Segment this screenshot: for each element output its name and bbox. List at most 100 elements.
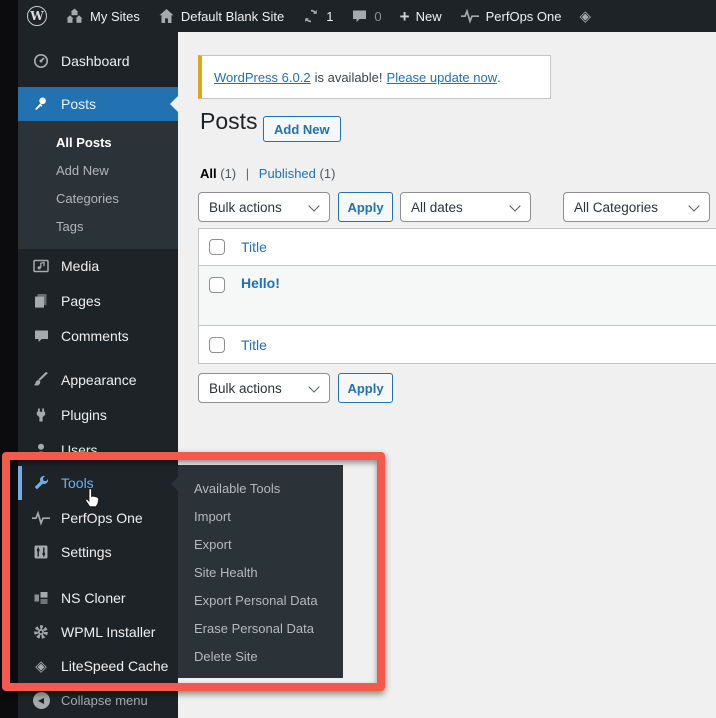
window-edge-strip (0, 0, 18, 718)
sidebar-label: Appearance (61, 372, 137, 388)
litespeed-admin-menu[interactable]: ◈ (570, 0, 600, 32)
perfops-one-menu[interactable]: PerfOps One (451, 0, 571, 32)
pages-icon (30, 293, 52, 309)
add-new-button[interactable]: Add New (263, 116, 341, 142)
gear-icon (30, 624, 52, 640)
paintbrush-icon (30, 372, 52, 388)
apply-button[interactable]: Apply (338, 192, 393, 222)
submenu-item-tags[interactable]: Tags (18, 213, 178, 241)
view-all-link[interactable]: All (200, 166, 217, 181)
select-all-checkbox-bottom[interactable] (209, 337, 225, 353)
sidebar-label: Dashboard (61, 53, 130, 69)
bulk-actions-select-bottom[interactable]: Bulk actions (198, 373, 330, 403)
flyout-item-erase-personal-data[interactable]: Erase Personal Data (178, 615, 343, 643)
view-published-link[interactable]: Published (259, 166, 316, 181)
flyout-item-import[interactable]: Import (178, 503, 343, 531)
submenu-item-add-new[interactable]: Add New (18, 157, 178, 185)
posts-table: Title Hello! Title (198, 228, 716, 364)
sidebar-label: Media (61, 258, 99, 274)
updates-menu[interactable]: 1 (293, 0, 342, 32)
notice-text: is available! (315, 70, 383, 85)
apply-button-bottom[interactable]: Apply (338, 373, 393, 403)
admin-sidebar: Dashboard Posts All Posts Add New Catego… (18, 32, 178, 718)
submenu-item-all-posts[interactable]: All Posts (18, 129, 178, 157)
update-notice: WordPress 6.0.2 is available! Please upd… (198, 55, 551, 99)
pulse-icon (30, 510, 52, 526)
sidebar-item-users[interactable]: Users (18, 433, 178, 467)
comment-count: 0 (374, 9, 381, 24)
sidebar-label: Comments (61, 328, 129, 344)
comments-menu[interactable]: 0 (342, 0, 390, 32)
sidebar-label: PerfOps One (61, 510, 143, 526)
ns-cloner-icon (30, 590, 52, 606)
comments-icon (30, 328, 52, 344)
select-all-checkbox[interactable] (209, 239, 225, 255)
flyout-item-site-health[interactable]: Site Health (178, 559, 343, 587)
users-icon (30, 442, 52, 458)
sidebar-item-pages[interactable]: Pages (18, 284, 178, 318)
sidebar-item-media[interactable]: Media (18, 249, 178, 283)
wordpress-logo-icon: W (27, 6, 47, 26)
litespeed-diamond-icon: ◈ (579, 7, 591, 25)
post-title-link[interactable]: Hello! (241, 275, 280, 291)
sidebar-item-appearance[interactable]: Appearance (18, 363, 178, 397)
sidebar-item-posts[interactable]: Posts (18, 87, 178, 121)
tools-flyout-submenu: Available Tools Import Export Site Healt… (178, 465, 343, 678)
wordpress-version-link[interactable]: WordPress 6.0.2 (214, 70, 311, 85)
view-published-count: (1) (320, 166, 336, 181)
notice-period: . (497, 70, 501, 85)
collapse-arrow-icon: ◀ (30, 692, 52, 709)
perfops-label: PerfOps One (486, 9, 562, 24)
all-categories-select[interactable]: All Categories (563, 192, 710, 222)
view-all-count: (1) (220, 166, 236, 181)
dashboard-icon (30, 53, 52, 69)
wordpress-logo-menu[interactable]: W (18, 0, 56, 32)
submenu-item-categories[interactable]: Categories (18, 185, 178, 213)
title-column-footer[interactable]: Title (241, 337, 267, 353)
sidebar-item-dashboard[interactable]: Dashboard (18, 44, 178, 78)
sidebar-item-perfops-one[interactable]: PerfOps One (18, 501, 178, 535)
sidebar-label: Plugins (61, 407, 107, 423)
site-name-label: Default Blank Site (181, 9, 284, 24)
update-count: 1 (326, 9, 333, 24)
sidebar-item-litespeed-cache[interactable]: ◈ LiteSpeed Cache (18, 649, 178, 683)
collapse-menu-label: Collapse menu (61, 693, 148, 708)
new-label: New (416, 9, 442, 24)
sidebar-label: WPML Installer (61, 624, 155, 640)
sidebar-item-ns-cloner[interactable]: NS Cloner (18, 581, 178, 615)
view-separator: | (246, 166, 249, 181)
sidebar-item-tools[interactable]: Tools (18, 466, 178, 500)
my-sites-menu[interactable]: My Sites (56, 0, 149, 32)
all-dates-select[interactable]: All dates (400, 192, 531, 222)
plugin-icon (30, 407, 52, 423)
table-footer-row: Title (199, 326, 716, 363)
sidebar-label: Tools (61, 475, 94, 491)
sidebar-item-settings[interactable]: Settings (18, 535, 178, 569)
bulk-actions-select[interactable]: Bulk actions (198, 192, 330, 222)
sidebar-item-plugins[interactable]: Plugins (18, 398, 178, 432)
sidebar-label: LiteSpeed Cache (61, 658, 168, 674)
flyout-item-export[interactable]: Export (178, 531, 343, 559)
table-header-row: Title (199, 229, 716, 266)
sidebar-item-wpml-installer[interactable]: WPML Installer (18, 615, 178, 649)
update-now-link[interactable]: Please update now (387, 70, 498, 85)
settings-sliders-icon (30, 544, 52, 560)
new-content-menu[interactable]: + New (391, 0, 451, 32)
table-row: Hello! (199, 266, 716, 326)
title-column-header[interactable]: Title (241, 239, 267, 255)
row-checkbox[interactable] (209, 277, 225, 293)
flyout-item-export-personal-data[interactable]: Export Personal Data (178, 587, 343, 615)
flyout-item-delete-site[interactable]: Delete Site (178, 643, 343, 671)
site-name-menu[interactable]: Default Blank Site (149, 0, 293, 32)
sidebar-label: Users (61, 442, 98, 458)
sidebar-item-comments[interactable]: Comments (18, 319, 178, 353)
comment-bubble-icon (351, 8, 368, 24)
wrench-icon (30, 475, 52, 491)
collapse-menu-button[interactable]: ◀ Collapse menu (18, 686, 178, 714)
pulse-icon (460, 8, 480, 24)
plus-icon: + (400, 8, 410, 25)
litespeed-diamond-icon: ◈ (30, 657, 52, 675)
media-icon (30, 258, 52, 274)
sidebar-label: Pages (61, 293, 101, 309)
flyout-item-available-tools[interactable]: Available Tools (178, 475, 343, 503)
